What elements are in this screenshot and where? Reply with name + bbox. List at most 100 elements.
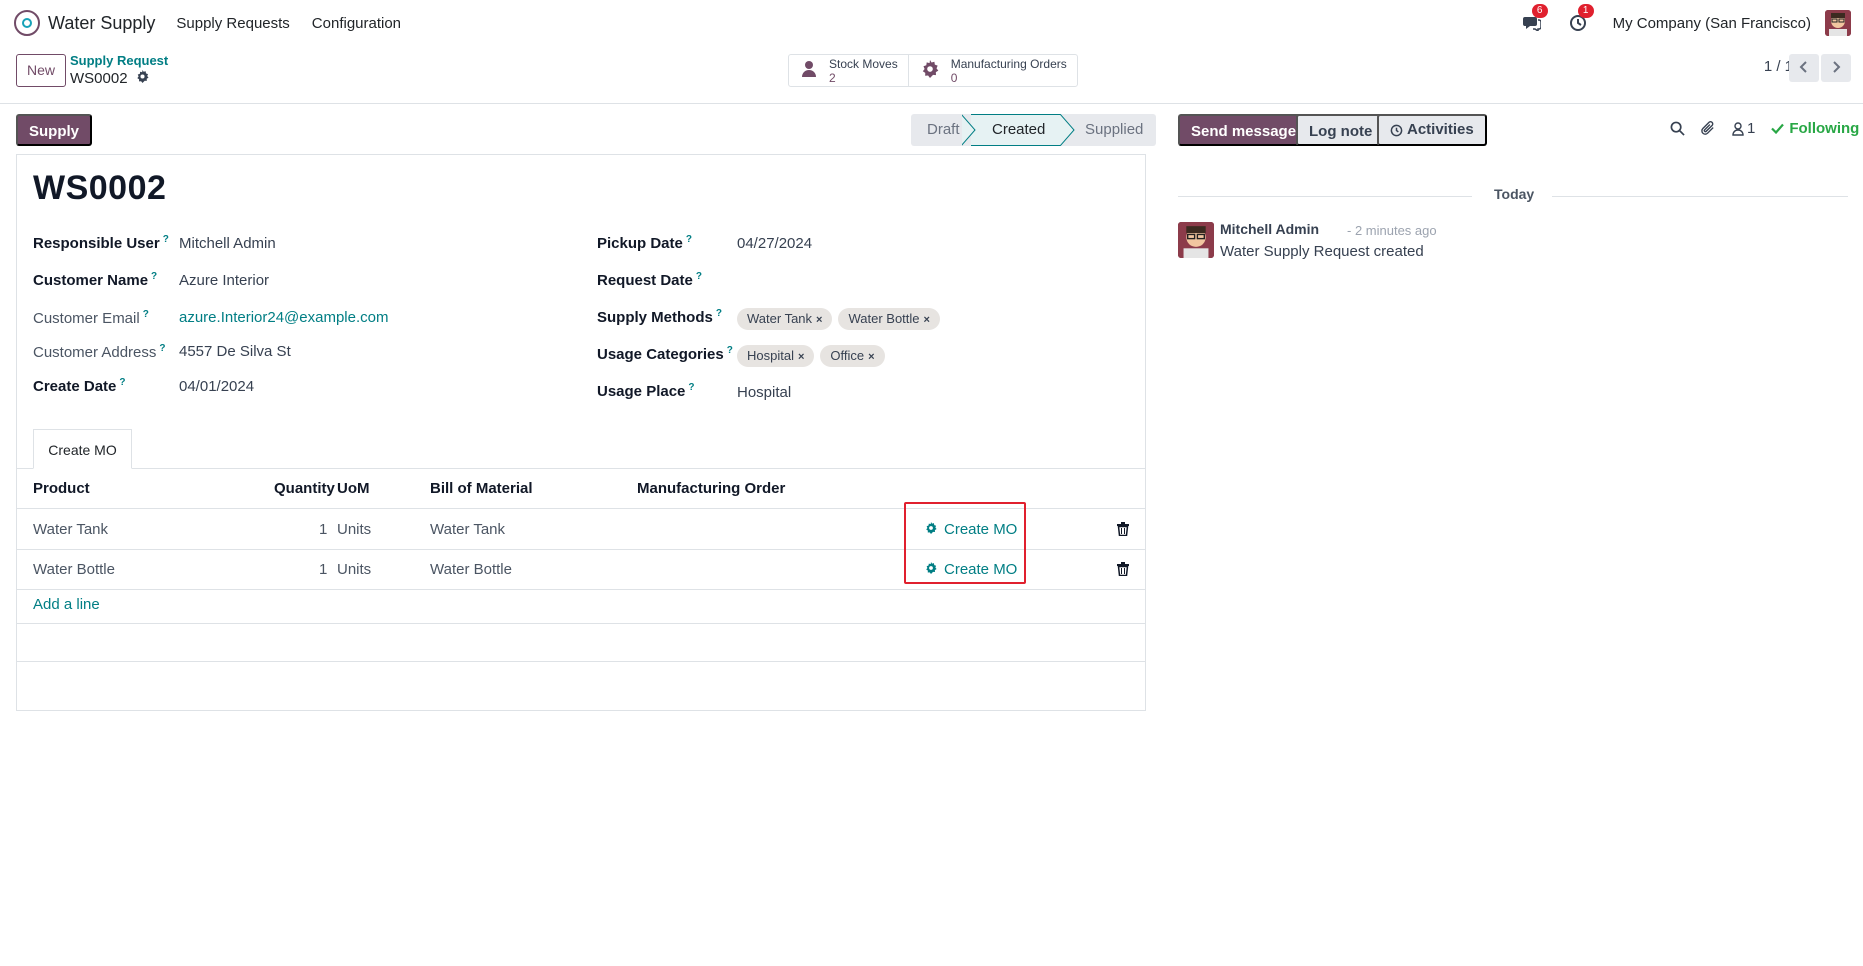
- create-date-value[interactable]: 04/01/2024: [179, 378, 254, 395]
- table-divider: [17, 623, 1145, 624]
- tag-water-bottle[interactable]: Water Bottle ×: [838, 308, 940, 330]
- customer-email-value[interactable]: azure.Interior24@example.com: [179, 309, 389, 326]
- clock-icon: [1390, 124, 1403, 137]
- row-quantity[interactable]: 1: [319, 561, 327, 578]
- stage-arrow-draft: [961, 114, 976, 146]
- pager-next-button[interactable]: [1821, 54, 1851, 82]
- company-switcher[interactable]: My Company (San Francisco): [1613, 15, 1811, 32]
- customer-address-label: Customer Address?: [33, 343, 166, 361]
- stage-arrow-created: [1060, 114, 1075, 146]
- supply-methods-label: Supply Methods?: [597, 308, 722, 326]
- pickup-date-label: Pickup Date?: [597, 234, 692, 252]
- tag-office[interactable]: Office ×: [820, 345, 885, 367]
- activities-badge: 1: [1577, 4, 1594, 18]
- activities-clock-icon[interactable]: 1: [1567, 4, 1594, 34]
- column-quantity[interactable]: Quantity: [274, 480, 335, 497]
- stage-created-label: Created: [992, 121, 1046, 138]
- usage-categories-label: Usage Categories?: [597, 345, 733, 363]
- customer-address-value[interactable]: 4557 De Silva St: [179, 343, 291, 360]
- message-time: - 2 minutes ago: [1347, 223, 1437, 238]
- column-manufacturing-order[interactable]: Manufacturing Order: [637, 480, 785, 497]
- column-bill-of-material[interactable]: Bill of Material: [430, 480, 533, 497]
- row-product[interactable]: Water Tank: [33, 521, 108, 538]
- remove-tag-icon[interactable]: ×: [798, 351, 804, 363]
- customer-email-label: Customer Email?: [33, 309, 149, 327]
- row-bom[interactable]: Water Bottle: [430, 561, 512, 578]
- activities-label: Activities: [1407, 121, 1474, 138]
- message-author[interactable]: Mitchell Admin: [1220, 221, 1319, 237]
- tab-create-mo[interactable]: Create MO: [33, 429, 132, 469]
- row-product[interactable]: Water Bottle: [33, 561, 115, 578]
- remove-tag-icon[interactable]: ×: [816, 314, 822, 326]
- followers-count: 1: [1747, 120, 1756, 137]
- manufacturing-orders-count: 0: [950, 70, 958, 85]
- column-product[interactable]: Product: [33, 480, 90, 497]
- smart-buttons: Stock Moves 2 Manufacturing Orders 0: [788, 54, 1078, 87]
- row-quantity[interactable]: 1: [319, 521, 327, 538]
- table-divider: [17, 661, 1145, 662]
- remove-tag-icon[interactable]: ×: [868, 351, 874, 363]
- usage-place-label: Usage Place?: [597, 382, 695, 400]
- pager-previous-button[interactable]: [1789, 54, 1819, 82]
- responsible-user-value[interactable]: Mitchell Admin: [179, 235, 276, 252]
- user-icon: [1732, 121, 1744, 136]
- stage-created[interactable]: Created: [971, 114, 1060, 146]
- gear-icon: [921, 59, 939, 82]
- row-bom[interactable]: Water Tank: [430, 521, 505, 538]
- paperclip-icon[interactable]: [1701, 121, 1716, 136]
- app-name[interactable]: Water Supply: [48, 13, 155, 34]
- row-uom[interactable]: Units: [337, 561, 371, 578]
- tag-water-tank[interactable]: Water Tank ×: [737, 308, 833, 330]
- pickup-date-value[interactable]: 04/27/2024: [737, 235, 812, 252]
- send-message-button[interactable]: Send message: [1178, 114, 1310, 146]
- control-panel: New Supply Request WS0002 Stock Moves 2 …: [0, 46, 1863, 104]
- messages-icon[interactable]: 6: [1521, 4, 1548, 34]
- column-uom[interactable]: UoM: [337, 480, 370, 497]
- chevron-left-icon: [1799, 60, 1809, 77]
- statusbar: Draft Created Supplied: [911, 114, 1156, 146]
- customer-name-value[interactable]: Azure Interior: [179, 272, 269, 289]
- activities-button[interactable]: Activities: [1377, 114, 1487, 146]
- add-a-line-link[interactable]: Add a line: [33, 596, 100, 613]
- messages-badge: 6: [1531, 4, 1548, 18]
- chatter-tools: 1 Following: [1670, 120, 1863, 137]
- new-button[interactable]: New: [16, 54, 67, 87]
- manufacturing-orders-label: Manufacturing Orders: [950, 56, 1067, 71]
- tag-hospital[interactable]: Hospital ×: [737, 345, 815, 367]
- usage-place-value[interactable]: Hospital: [737, 384, 791, 401]
- menu-configuration[interactable]: Configuration: [312, 15, 401, 32]
- stock-moves-label: Stock Moves: [829, 56, 898, 71]
- check-icon: [1771, 123, 1785, 134]
- following-button[interactable]: Following: [1771, 120, 1859, 137]
- avatar[interactable]: [1178, 222, 1214, 258]
- chevron-right-icon: [1831, 60, 1841, 77]
- form-sheet: WS0002 Responsible User? Mitchell Admin …: [16, 154, 1146, 711]
- remove-tag-icon[interactable]: ×: [924, 314, 930, 326]
- trash-icon[interactable]: [1117, 522, 1129, 540]
- trash-icon[interactable]: [1117, 562, 1129, 580]
- responsible-user-label: Responsible User?: [33, 234, 169, 252]
- log-note-button[interactable]: Log note: [1296, 114, 1386, 146]
- highlight-annotation: [904, 502, 1026, 584]
- app-logo-icon[interactable]: [14, 10, 40, 36]
- row-uom[interactable]: Units: [337, 521, 371, 538]
- breadcrumb-parent[interactable]: Supply Request: [70, 53, 168, 68]
- supply-button[interactable]: Supply: [16, 114, 93, 146]
- user-avatar[interactable]: [1825, 10, 1851, 36]
- supply-methods-tags[interactable]: Water Tank × Water Bottle ×: [737, 308, 946, 330]
- followers-button[interactable]: 1: [1732, 120, 1755, 137]
- record-title[interactable]: WS0002: [33, 169, 166, 208]
- systray: 6 1 My Company (San Francisco): [1521, 0, 1851, 46]
- request-date-value[interactable]: [737, 272, 1037, 292]
- message-body: Water Supply Request created: [1220, 243, 1424, 260]
- truck-icon: [801, 60, 817, 82]
- create-date-label: Create Date?: [33, 377, 126, 395]
- menu-supply-requests[interactable]: Supply Requests: [176, 15, 289, 32]
- manufacturing-orders-smart-button[interactable]: Manufacturing Orders 0: [907, 55, 1077, 86]
- gear-icon[interactable]: [136, 70, 149, 87]
- stock-moves-smart-button[interactable]: Stock Moves 2: [789, 55, 908, 86]
- breadcrumb-current: WS0002: [70, 70, 149, 87]
- usage-categories-tags[interactable]: Hospital × Office ×: [737, 345, 891, 367]
- request-date-label: Request Date?: [597, 271, 702, 289]
- search-icon[interactable]: [1670, 121, 1685, 136]
